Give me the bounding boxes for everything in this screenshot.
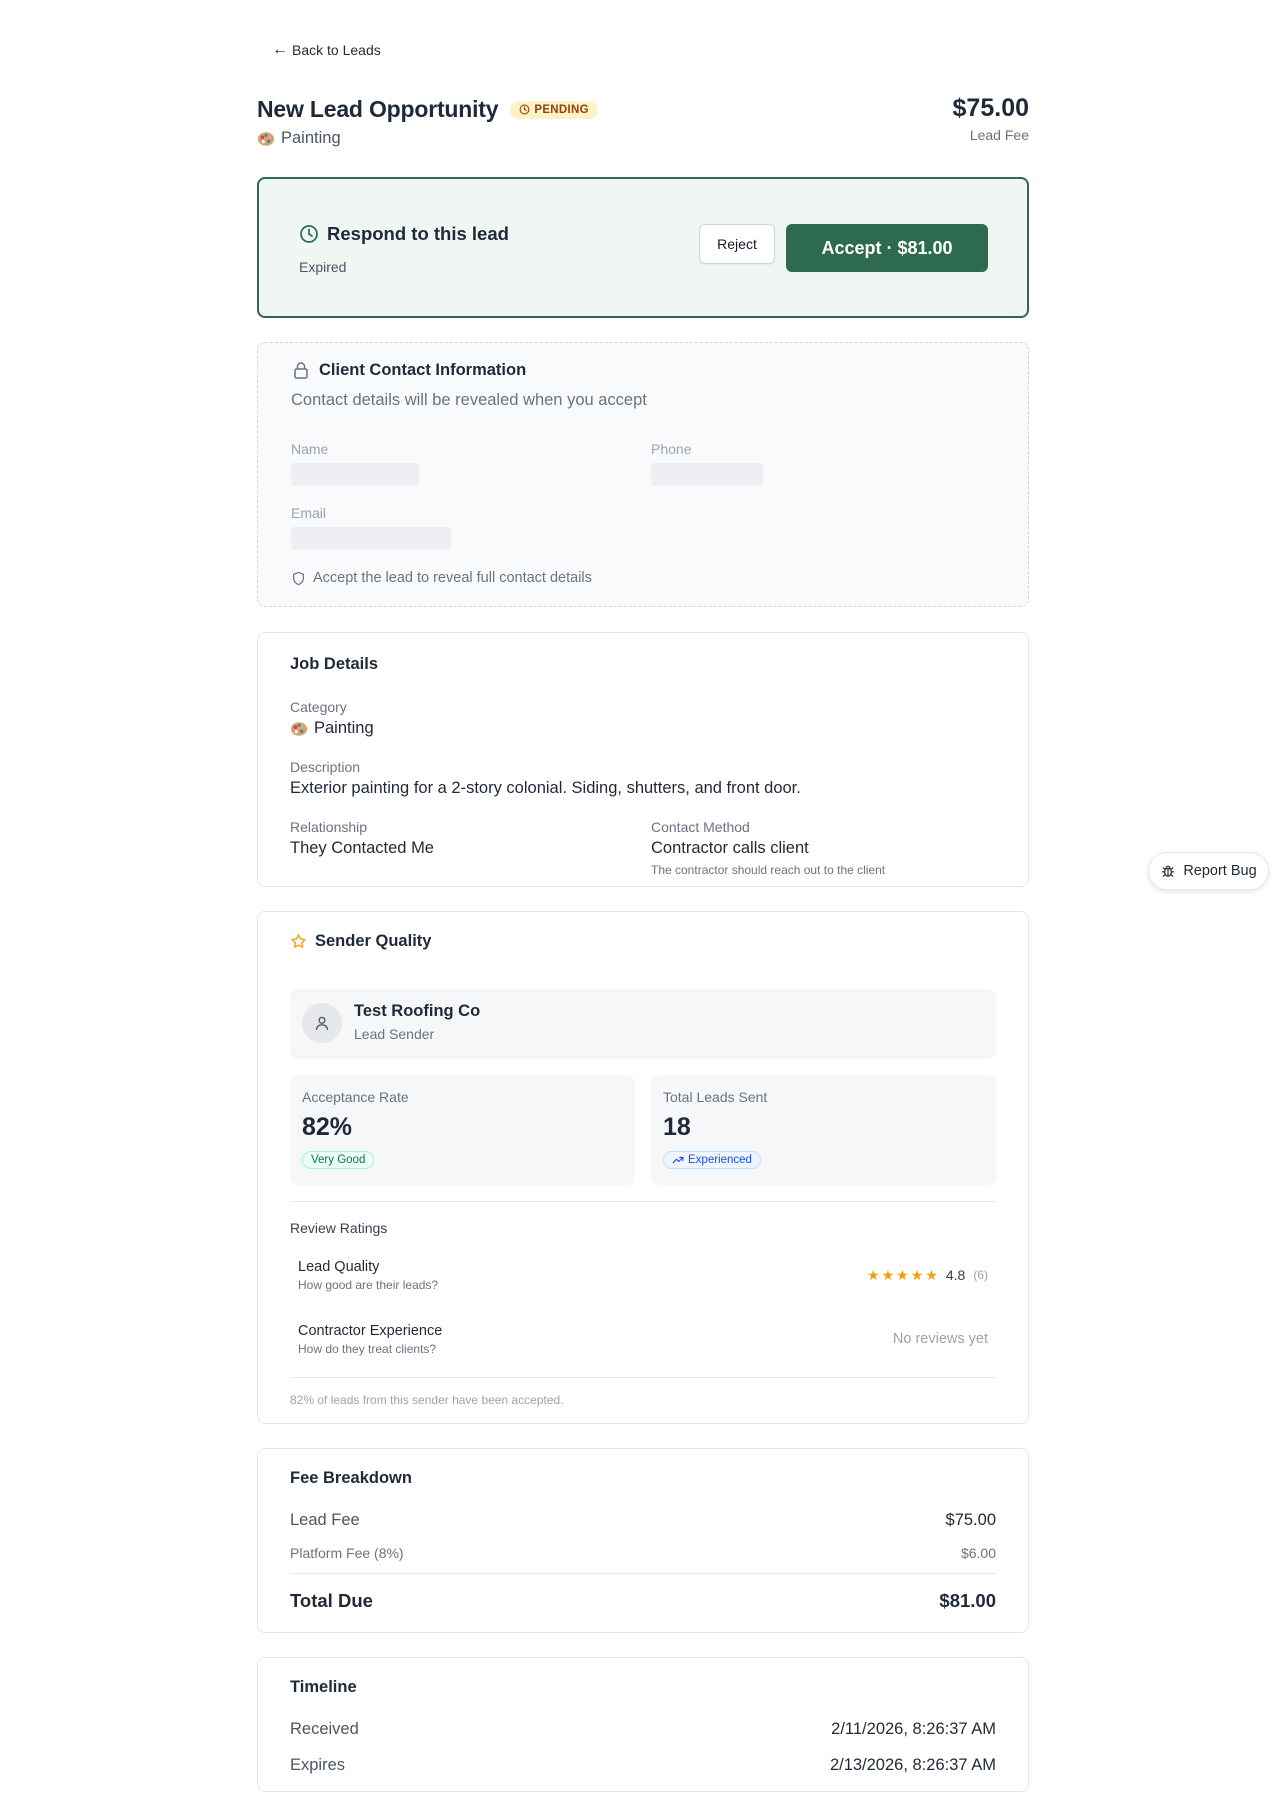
lead-fee-label: Lead Fee — [290, 1511, 360, 1529]
report-bug-label: Report Bug — [1183, 863, 1257, 879]
total-leads-label: Total Leads Sent — [663, 1089, 768, 1105]
contact-title: Client Contact Information — [319, 360, 527, 379]
acceptance-badge: Very Good — [302, 1151, 375, 1169]
trending-up-icon — [672, 1156, 684, 1164]
star-icon: ★ — [925, 1267, 938, 1283]
description-value: Exterior painting for a 2-story colonial… — [290, 779, 801, 797]
expires-label: Expires — [290, 1756, 346, 1774]
sender-name: Test Roofing Co — [354, 1002, 481, 1020]
total-due-value: $81.00 — [939, 1590, 996, 1611]
clock-icon — [300, 225, 318, 243]
total-leads-value: 18 — [663, 1113, 691, 1141]
category-value-row: Painting — [290, 719, 374, 738]
star-icon: ★ — [910, 1267, 924, 1283]
sender-quality-header: Sender Quality — [290, 932, 431, 951]
reject-button[interactable]: Reject — [699, 224, 775, 264]
category-label: Category — [290, 699, 347, 715]
status-badge: PENDING — [510, 100, 598, 119]
star-outline-icon — [291, 934, 306, 948]
lead-price: $75.00 — [952, 94, 1029, 122]
experience-subtitle: How do they treat clients? — [298, 1342, 437, 1356]
review-ratings-title: Review Ratings — [290, 1220, 388, 1236]
expires-value: 2/13/2026, 8:26:37 AM — [829, 1756, 996, 1774]
email-placeholder — [291, 527, 451, 550]
experience-title: Contractor Experience — [298, 1323, 443, 1339]
bug-icon — [1162, 865, 1175, 877]
contact-method-value: Contractor calls client — [651, 839, 809, 857]
sender-profile: Test Roofing Co Lead Sender — [290, 989, 996, 1059]
acceptance-rate-stat: Acceptance Rate 82% Very Good — [290, 1075, 635, 1185]
palette-icon — [257, 131, 275, 146]
respond-status: Expired — [299, 259, 347, 275]
accept-button[interactable]: Accept · $81.00 — [786, 224, 988, 272]
total-leads-stat: Total Leads Sent 18 Experienced — [651, 1075, 996, 1185]
respond-card: Respond to this lead Expired Reject Acce… — [257, 177, 1029, 318]
relationship-value: They Contacted Me — [290, 839, 434, 857]
relationship-label: Relationship — [290, 819, 368, 835]
platform-fee-value: $6.00 — [960, 1545, 996, 1561]
received-label: Received — [290, 1720, 359, 1738]
lock-icon — [294, 362, 308, 379]
timeline-card: Timeline Received 2/11/2026, 8:26:37 AM … — [257, 1657, 1029, 1792]
description-label: Description — [290, 759, 361, 775]
sender-quality-card: Sender Quality Test Roofing Co Lead Send… — [257, 911, 1029, 1424]
header-category: Painting — [281, 129, 341, 147]
avatar — [302, 1003, 342, 1043]
arrow-left-icon: ← — [272, 41, 288, 58]
report-bug-button[interactable]: Report Bug — [1148, 852, 1269, 890]
divider — [290, 1377, 996, 1378]
lead-price-label: Lead Fee — [969, 127, 1029, 143]
contact-method-note: The contractor should reach out to the c… — [651, 863, 886, 877]
phone-placeholder — [651, 463, 763, 486]
star-icon: ★ — [867, 1267, 880, 1283]
received-value: 2/11/2026, 8:26:37 AM — [831, 1720, 996, 1738]
status-badge-label: PENDING — [534, 103, 589, 116]
lead-quality-rating-count: (6) — [973, 1268, 988, 1282]
timeline-title: Timeline — [290, 1678, 357, 1696]
quality-footnote: 82% of leads from this sender have been … — [290, 1393, 564, 1407]
lead-quality-rating: ★ ★ ★ ★ ★ 4.8 (6) — [867, 1267, 988, 1283]
lead-quality-subtitle: How good are their leads? — [298, 1278, 439, 1292]
shield-icon — [293, 571, 304, 585]
phone-label: Phone — [651, 441, 692, 457]
contact-method-label: Contact Method — [651, 819, 750, 835]
total-due-label: Total Due — [290, 1590, 373, 1611]
name-label: Name — [291, 441, 329, 457]
contact-note: Accept the lead to reveal full contact d… — [313, 570, 592, 586]
client-contact-card: Client Contact Information Contact detai… — [257, 342, 1029, 607]
category-value: Painting — [314, 719, 374, 737]
divider — [290, 1201, 996, 1202]
experience-empty: No reviews yet — [892, 1331, 988, 1347]
divider — [290, 1573, 996, 1574]
contact-subtitle: Contact details will be revealed when yo… — [291, 391, 647, 409]
clock-icon — [519, 104, 530, 115]
acceptance-rate-value: 82% — [302, 1113, 353, 1141]
star-icon: ★ — [896, 1267, 909, 1283]
experience-badge-label: Experienced — [688, 1154, 752, 1166]
sender-role: Lead Sender — [354, 1026, 435, 1042]
back-to-leads-link[interactable]: ← Back to Leads — [272, 41, 381, 59]
fee-breakdown-card: Fee Breakdown Lead Fee $75.00 Platform F… — [257, 1448, 1029, 1633]
acceptance-rate-label: Acceptance Rate — [302, 1089, 409, 1105]
palette-icon — [290, 721, 308, 736]
respond-title: Respond to this lead — [327, 223, 509, 244]
fee-breakdown-title: Fee Breakdown — [290, 1469, 412, 1487]
page-header: New Lead Opportunity PENDING Painting $7… — [257, 94, 1029, 156]
back-link-label: Back to Leads — [292, 42, 381, 58]
user-icon — [315, 1016, 329, 1030]
lead-fee-value: $75.00 — [945, 1511, 996, 1529]
page-title: New Lead Opportunity — [257, 96, 499, 122]
email-label: Email — [291, 505, 327, 521]
lead-quality-title: Lead Quality — [298, 1259, 380, 1275]
job-details-title: Job Details — [290, 655, 379, 673]
job-details-card: Job Details Category Painting Descriptio… — [257, 632, 1029, 887]
experience-badge: Experienced — [663, 1151, 761, 1169]
sender-quality-title: Sender Quality — [315, 932, 432, 950]
star-icon: ★ — [881, 1267, 895, 1283]
name-placeholder — [291, 463, 419, 486]
platform-fee-label: Platform Fee (8%) — [290, 1545, 404, 1561]
lead-quality-rating-value: 4.8 — [945, 1267, 966, 1283]
